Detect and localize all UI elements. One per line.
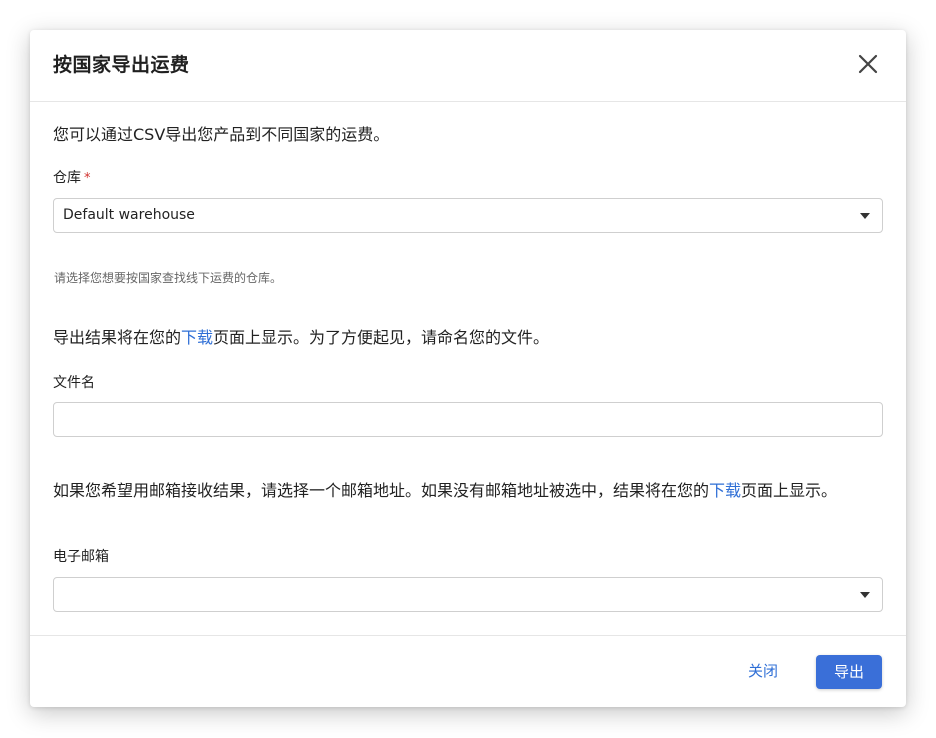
export-button[interactable]: 导出 [816,655,882,689]
warehouse-select-value: Default warehouse [63,207,195,223]
email-note-after: 页面上显示。 [741,481,838,500]
download-note-before: 导出结果将在您的 [53,328,182,347]
close-button[interactable] [852,48,884,80]
close-icon [858,54,878,74]
download-link[interactable]: 下载 [181,328,213,347]
dialog-title: 按国家导出运费 [53,54,190,76]
export-shipping-dialog: 按国家导出运费 您可以通过CSV导出您产品到不同国家的运费。 仓库 * Defau… [30,30,906,707]
warehouse-label: 仓库 * [53,167,91,187]
warehouse-label-text: 仓库 [53,170,81,186]
filename-label: 文件名 [53,375,95,391]
email-label: 电子邮箱 [53,549,109,565]
filename-input[interactable] [53,402,883,437]
dialog-footer: 关闭 导出 [30,635,906,708]
chevron-down-icon [860,592,870,598]
chevron-down-icon [860,213,870,219]
email-note: 如果您希望用邮箱接收结果，请选择一个邮箱地址。如果没有邮箱地址被选中，结果将在您… [53,479,883,503]
dialog-header: 按国家导出运费 [30,30,906,102]
email-select[interactable] [53,577,883,612]
close-text-button[interactable]: 关闭 [740,660,786,681]
intro-text: 您可以通过CSV导出您产品到不同国家的运费。 [53,125,390,144]
warehouse-helper-text: 请选择您想要按国家查找线下运费的仓库。 [54,271,283,285]
required-mark: * [84,171,91,186]
download-note-after: 页面上显示。为了方便起见，请命名您的文件。 [213,328,550,347]
download-link-2[interactable]: 下载 [709,481,741,500]
email-note-before: 如果您希望用邮箱接收结果，请选择一个邮箱地址。如果没有邮箱地址被选中，结果将在您… [53,481,710,500]
download-note: 导出结果将在您的下载页面上显示。为了方便起见，请命名您的文件。 [53,326,883,350]
warehouse-select[interactable]: Default warehouse [53,198,883,233]
